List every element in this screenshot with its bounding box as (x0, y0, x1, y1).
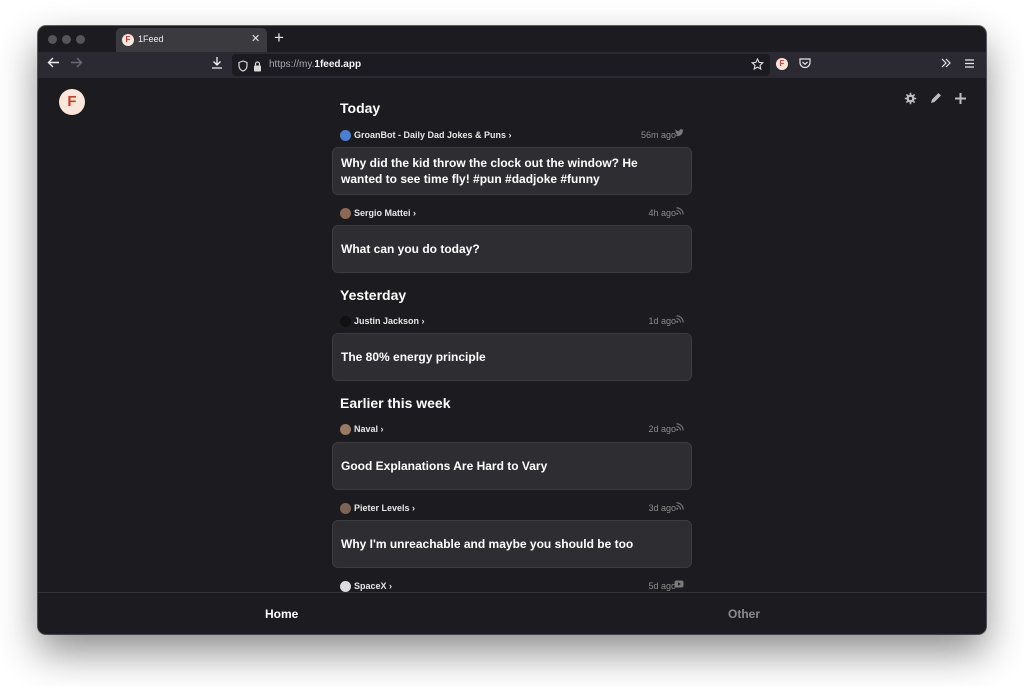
settings-icon[interactable] (904, 92, 917, 108)
feed: Today GroanBot - Daily Dad Jokes & Puns … (332, 78, 692, 592)
avatar (340, 208, 351, 219)
feed-item-title: What can you do today? (341, 242, 480, 256)
avatar (340, 316, 351, 327)
minimize-window-button[interactable] (62, 35, 71, 44)
section-title-yesterday: Yesterday (340, 287, 407, 303)
source-name: SpaceX (354, 581, 387, 591)
source-link[interactable]: Justin Jackson › (354, 316, 425, 326)
download-icon[interactable] (211, 56, 223, 73)
tab-strip: F 1Feed ✕ + (38, 26, 986, 52)
1feed-extension-icon[interactable]: F (776, 58, 788, 70)
url-domain: 1feed.app (314, 59, 362, 70)
feed-item-card[interactable]: Good Explanations Are Hard to Vary (332, 442, 692, 490)
feed-item-title: Good Explanations Are Hard to Vary (341, 459, 548, 473)
menu-icon[interactable] (964, 57, 975, 73)
feed-item-card[interactable]: What can you do today? (332, 225, 692, 273)
feed-item-meta: Justin Jackson › 1d ago (340, 315, 684, 329)
source-link[interactable]: SpaceX › (354, 581, 392, 591)
nav-home[interactable]: Home (265, 607, 298, 621)
feed-item-title: Why I'm unreachable and maybe you should… (341, 537, 634, 551)
forward-icon[interactable] (70, 56, 83, 73)
source-name: Justin Jackson (354, 316, 420, 326)
rss-icon (676, 315, 684, 325)
edit-icon[interactable] (929, 92, 942, 108)
rss-icon (676, 207, 684, 217)
url-prefix: https://my. (269, 59, 315, 70)
close-tab-icon[interactable]: ✕ (251, 32, 260, 46)
feed-item-card[interactable]: Why did the kid throw the clock out the … (332, 147, 692, 195)
feed-item-card[interactable]: Why I'm unreachable and maybe you should… (332, 520, 692, 568)
avatar (340, 581, 351, 592)
item-time: 4h ago (648, 208, 676, 218)
source-link[interactable]: Pieter Levels › (354, 503, 415, 513)
item-time: 2d ago (648, 424, 676, 434)
item-time: 3d ago (648, 503, 676, 513)
app-content: F Today GroanBot - Daily Dad Jokes & Pun… (38, 78, 986, 634)
url-bar[interactable]: https://my.1feed.app (232, 54, 770, 76)
source-name: Pieter Levels (354, 503, 410, 513)
feed-item-meta: SpaceX › 5d ago (340, 580, 684, 592)
feed-item-title: Why did the kid throw the clock out the … (341, 156, 638, 186)
rss-icon (676, 502, 684, 512)
shield-icon[interactable] (238, 59, 248, 77)
feed-item-meta: GroanBot - Daily Dad Jokes & Puns › 56m … (340, 129, 684, 143)
twitter-icon (675, 129, 684, 139)
tab-1feed[interactable]: F 1Feed ✕ (116, 28, 267, 52)
tab-title: 1Feed (138, 34, 164, 44)
tab-favicon: F (122, 34, 134, 46)
close-window-button[interactable] (48, 35, 57, 44)
source-link[interactable]: Naval › (354, 424, 384, 434)
avatar (340, 130, 351, 141)
back-icon[interactable] (47, 56, 60, 73)
app-logo[interactable]: F (59, 89, 85, 115)
avatar (340, 503, 351, 514)
star-icon[interactable] (750, 57, 765, 76)
section-title-today: Today (340, 100, 381, 116)
add-icon[interactable] (954, 92, 967, 108)
nav-other[interactable]: Other (728, 607, 760, 621)
section-title-earlier-this-week: Earlier this week (340, 395, 451, 411)
feed-item-title: The 80% energy principle (341, 350, 486, 364)
source-name: GroanBot - Daily Dad Jokes & Puns (354, 130, 507, 140)
overflow-icon[interactable] (940, 57, 952, 73)
feed-item-meta: Sergio Mattei › 4h ago (340, 207, 684, 221)
source-link[interactable]: GroanBot - Daily Dad Jokes & Puns › (354, 130, 512, 140)
youtube-icon (674, 580, 684, 590)
source-name: Sergio Mattei (354, 208, 411, 218)
browser-toolbar: https://my.1feed.app F (38, 52, 986, 78)
bottom-nav: Home Other (38, 592, 986, 634)
item-time: 56m ago (640, 130, 676, 140)
item-time: 5d ago (648, 581, 676, 591)
source-name: Naval (354, 424, 379, 434)
feed-item-card[interactable]: The 80% energy principle (332, 333, 692, 381)
avatar (340, 424, 351, 435)
feed-item-meta: Pieter Levels › 3d ago (340, 502, 684, 516)
new-tab-button[interactable]: + (274, 28, 284, 48)
browser-window: F 1Feed ✕ + https://my.1feed.app F F Tod… (38, 26, 986, 634)
item-time: 1d ago (648, 316, 676, 326)
lock-icon[interactable] (253, 59, 262, 77)
pocket-icon[interactable] (799, 57, 811, 73)
zoom-window-button[interactable] (76, 35, 85, 44)
url-text[interactable]: https://my.1feed.app (269, 59, 361, 70)
feed-item-meta: Naval › 2d ago (340, 423, 684, 437)
source-link[interactable]: Sergio Mattei › (354, 208, 416, 218)
rss-icon (676, 423, 684, 433)
